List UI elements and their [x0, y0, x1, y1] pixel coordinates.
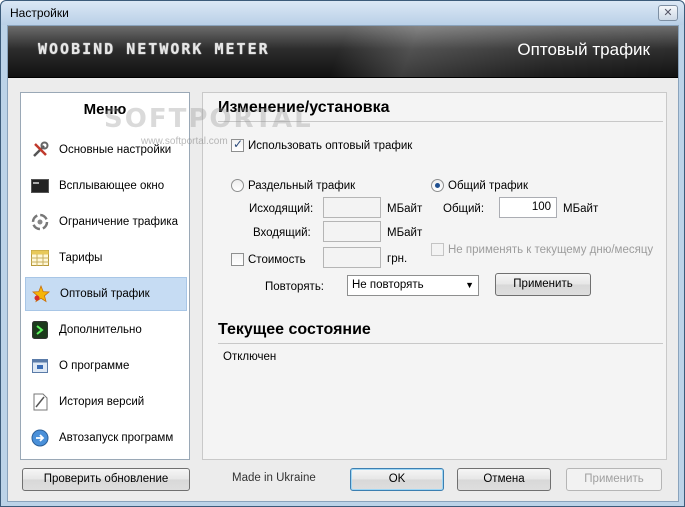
chevron-down-icon: ▼ — [465, 280, 474, 290]
radio-unchecked-icon — [231, 179, 244, 192]
apply-wholesale-button[interactable]: Применить — [495, 273, 591, 296]
apply-button[interactable]: Применить — [566, 468, 662, 491]
separate-traffic-radio[interactable]: Раздельный трафик — [231, 179, 355, 192]
popup-window-icon — [30, 176, 50, 196]
sidebar-item-label: Тарифы — [59, 252, 103, 264]
about-icon — [30, 356, 50, 376]
total-label: Общий: — [443, 203, 485, 215]
current-state-value: Отключен — [223, 351, 277, 363]
sidebar-item-version-history[interactable]: История версий — [25, 385, 187, 419]
checkbox-checked-icon — [231, 137, 244, 152]
sidebar-item-traffic-limit[interactable]: Ограничение трафика — [25, 205, 187, 239]
outgoing-unit: МБайт — [387, 203, 423, 215]
sidebar-item-about[interactable]: О программе — [25, 349, 187, 383]
window-title: Настройки — [10, 6, 69, 20]
sidebar-item-additional[interactable]: Дополнительно — [25, 313, 187, 347]
sidebar-item-label: Дополнительно — [59, 324, 142, 336]
section-divider — [218, 343, 663, 344]
incoming-label: Входящий: — [253, 227, 311, 239]
banner-section-title: Оптовый трафик — [517, 40, 650, 59]
total-traffic-radio[interactable]: Общий трафик — [431, 179, 528, 192]
checkbox-unchecked-icon — [231, 253, 244, 266]
app-logo: WOOBIND NETWORK METER — [38, 40, 270, 58]
cost-label: Стоимость — [248, 253, 306, 266]
settings-window: Настройки ✕ WOOBIND NETWORK METER Оптовы… — [0, 0, 685, 507]
repeat-label: Повторять: — [265, 281, 324, 293]
radio-checked-icon — [431, 179, 444, 192]
sidebar-item-label: История версий — [59, 396, 145, 408]
close-button[interactable]: ✕ — [658, 5, 678, 21]
header-banner: WOOBIND NETWORK METER Оптовый трафик — [8, 26, 678, 78]
check-update-button[interactable]: Проверить обновление — [22, 468, 190, 491]
sidebar-item-tariffs[interactable]: Тарифы — [25, 241, 187, 275]
use-wholesale-checkbox[interactable]: Использовать оптовый трафик — [231, 137, 413, 152]
change-settings-heading: Изменение/установка — [218, 99, 390, 116]
cost-checkbox[interactable]: Стоимость — [231, 253, 306, 266]
separate-traffic-label: Раздельный трафик — [248, 179, 356, 192]
incoming-input[interactable] — [323, 221, 381, 242]
cost-input[interactable] — [323, 247, 381, 268]
traffic-limit-icon — [30, 212, 50, 232]
total-unit: МБайт — [563, 203, 599, 215]
cancel-button[interactable]: Отмена — [457, 468, 551, 491]
ok-button[interactable]: OK — [350, 468, 444, 491]
sidebar-item-wholesale-traffic[interactable]: Оптовый трафик — [25, 277, 187, 311]
repeat-selected-value: Не повторять — [352, 279, 424, 291]
outgoing-input[interactable] — [323, 197, 381, 218]
not-apply-current-checkbox[interactable]: Не применять к текущему дню/месяцу — [431, 243, 653, 256]
tariff-table-icon — [30, 248, 50, 268]
sidebar-header: Меню — [83, 101, 127, 118]
sidebar-item-label: Оптовый трафик — [60, 288, 150, 300]
sidebar-item-label: Всплывающее окно — [59, 180, 165, 192]
use-wholesale-label: Использовать оптовый трафик — [248, 139, 413, 152]
sidebar-item-label: О программе — [59, 360, 130, 372]
checkbox-disabled-icon — [431, 243, 444, 256]
incoming-unit: МБайт — [387, 227, 423, 239]
title-bar[interactable]: Настройки ✕ — [1, 1, 684, 25]
current-state-heading: Текущее состояние — [218, 321, 371, 338]
total-traffic-label: Общий трафик — [448, 179, 529, 192]
outgoing-label: Исходящий: — [249, 203, 314, 215]
sidebar-menu: Меню Основные настройки Всплывающее окно… — [20, 92, 190, 460]
sidebar-item-label: Автозапуск программ — [59, 432, 174, 444]
settings-panel: Изменение/установка Использовать оптовый… — [202, 92, 667, 460]
repeat-dropdown[interactable]: Не повторять ▼ — [347, 275, 479, 296]
section-divider — [218, 121, 663, 122]
extra-icon — [30, 320, 50, 340]
history-icon — [30, 392, 50, 412]
tools-icon — [30, 140, 50, 160]
sidebar-item-label: Основные настройки — [59, 144, 172, 156]
total-input[interactable]: 100 — [499, 197, 557, 218]
not-apply-current-label: Не применять к текущему дню/месяцу — [448, 243, 654, 256]
made-in-label: Made in Ukraine — [232, 472, 316, 484]
currency-label: грн. — [387, 253, 408, 265]
star-icon — [31, 284, 51, 304]
autorun-icon — [30, 428, 50, 448]
sidebar-item-label: Ограничение трафика — [59, 216, 179, 228]
close-icon: ✕ — [663, 7, 673, 19]
sidebar-item-autorun[interactable]: Автозапуск программ — [25, 421, 187, 455]
sidebar-item-basic-settings[interactable]: Основные настройки — [25, 133, 187, 167]
sidebar-item-popup-window[interactable]: Всплывающее окно — [25, 169, 187, 203]
dialog-client-area: WOOBIND NETWORK METER Оптовый трафик Мен… — [7, 25, 679, 502]
